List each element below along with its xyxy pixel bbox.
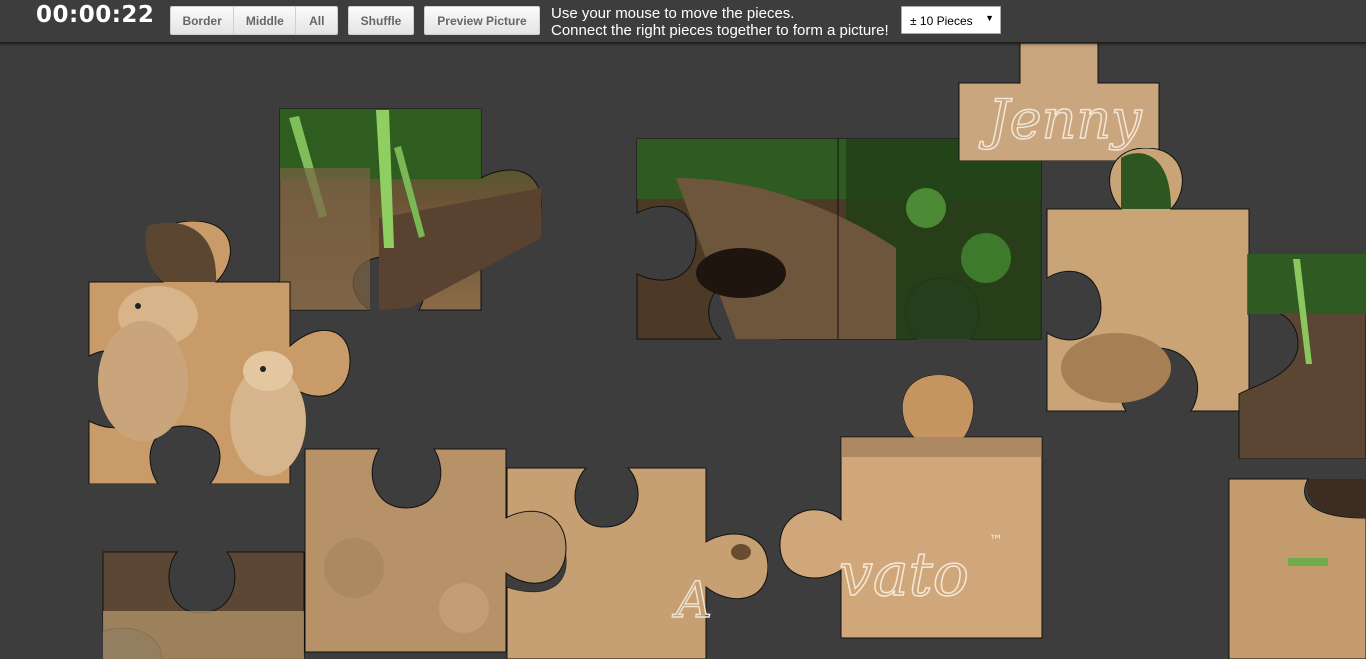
piece-count-select[interactable]: ± 10 Pieces ▼ xyxy=(901,6,1001,34)
puzzle-piece[interactable] xyxy=(636,138,1042,340)
puzzle-board: Jenny vato ™ A xyxy=(0,43,1366,659)
piece-count-value: ± 10 Pieces xyxy=(910,14,973,28)
timer: 00:00:22 xyxy=(36,2,155,28)
svg-text:™: ™ xyxy=(989,533,1003,549)
puzzle-piece[interactable] xyxy=(1228,478,1366,659)
chevron-down-icon: ▼ xyxy=(985,13,994,23)
svg-text:A: A xyxy=(672,571,712,629)
preview-picture-button[interactable]: Preview Picture xyxy=(424,6,540,35)
puzzle-piece[interactable]: vato ™ xyxy=(779,375,1043,639)
middle-button[interactable]: Middle xyxy=(234,7,297,34)
puzzle-piece[interactable]: Jenny xyxy=(958,43,1160,161)
shuffle-button[interactable]: Shuffle xyxy=(348,6,414,35)
svg-text:vato: vato xyxy=(839,540,969,610)
filter-button-group: Border Middle All xyxy=(170,6,338,35)
border-button[interactable]: Border xyxy=(171,7,235,34)
toolbar: 00:00:22 Border Middle All Shuffle Previ… xyxy=(0,0,1366,43)
instructions-line-1: Use your mouse to move the pieces. xyxy=(551,5,795,22)
instructions-line-2: Connect the right pieces together to for… xyxy=(551,22,889,39)
puzzle-piece[interactable] xyxy=(102,551,366,659)
puzzle-piece[interactable] xyxy=(1238,254,1366,459)
puzzle-piece[interactable] xyxy=(1046,148,1250,412)
all-button[interactable]: All xyxy=(296,7,337,34)
svg-text:Jenny: Jenny xyxy=(978,88,1143,151)
instructions: Use your mouse to move the pieces. Conne… xyxy=(551,5,889,39)
puzzle-piece[interactable] xyxy=(88,221,351,484)
